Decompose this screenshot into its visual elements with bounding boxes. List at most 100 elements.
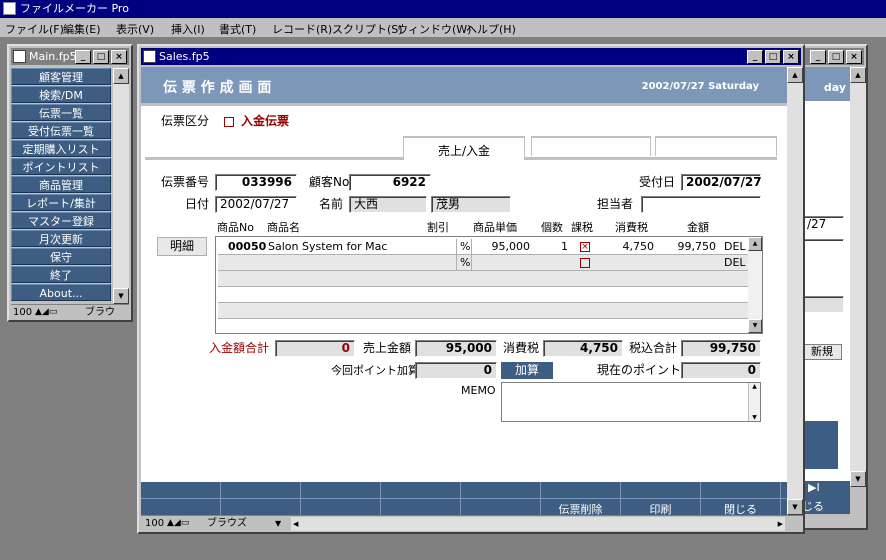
menu-edit[interactable]: 編集(E) <box>63 21 101 37</box>
nav-button[interactable]: About... <box>11 284 111 301</box>
memo-field[interactable]: ▲ ▼ <box>501 382 761 422</box>
footer-button[interactable] <box>141 482 221 515</box>
nav-button[interactable]: 月次更新 <box>11 230 111 247</box>
nav-button[interactable]: 顧客管理 <box>11 68 111 85</box>
minimize-button[interactable]: _ <box>747 50 763 64</box>
customer-no-field[interactable]: 6922 <box>349 174 431 191</box>
deposit-total-field[interactable]: 0 <box>275 340 355 357</box>
page-title: 伝 票 作 成 画 面 <box>163 80 272 96</box>
background-field[interactable] <box>802 239 844 256</box>
close-button[interactable]: × <box>846 50 862 64</box>
tab-sales-receipt[interactable]: 売上/入金 <box>403 136 525 160</box>
nav-button[interactable]: 受付伝票一覧 <box>11 122 111 139</box>
main-scrollbar[interactable]: ▲ ▼ <box>113 68 129 304</box>
scroll-right-icon[interactable]: ▶ <box>778 517 783 532</box>
close-button[interactable]: × <box>111 50 127 64</box>
scroll-up-icon[interactable]: ▲ <box>850 67 866 83</box>
new-button[interactable]: 新規 <box>802 344 842 360</box>
maximize-button[interactable]: □ <box>828 50 844 64</box>
chevron-down-icon[interactable]: ▼ <box>275 516 281 531</box>
discount-field[interactable] <box>456 239 472 254</box>
receipt-date-field[interactable]: 2002/07/27 <box>681 174 762 191</box>
scroll-down-icon[interactable]: ▼ <box>850 471 866 487</box>
menu-help[interactable]: ヘルプ(H) <box>466 21 516 37</box>
zoom-level[interactable]: 100 <box>145 516 164 531</box>
footer-button[interactable] <box>461 482 541 515</box>
close-button[interactable]: × <box>783 50 799 64</box>
mode-select[interactable]: ブラウ <box>85 305 115 320</box>
menu-format[interactable]: 書式(T) <box>219 21 256 37</box>
mode-select[interactable]: ブラウズ <box>207 516 247 531</box>
nav-button[interactable]: マスター登録 <box>11 212 111 229</box>
taxed-checkbox[interactable] <box>580 258 590 268</box>
footer-button[interactable]: 閉じる <box>701 482 781 515</box>
current-points-field[interactable]: 0 <box>681 362 761 379</box>
footer-button[interactable]: 伝票削除 <box>541 482 621 515</box>
menu-records[interactable]: レコード(R) <box>272 21 332 37</box>
date-field[interactable]: 2002/07/27 <box>215 196 297 213</box>
background-scrollbar[interactable]: ▲ ▼ <box>850 67 866 487</box>
next-record-icon[interactable]: ▶I <box>808 481 820 494</box>
portal-scrollbar[interactable]: ▲ ▼ <box>748 237 762 333</box>
points-added-field[interactable]: 0 <box>415 362 497 379</box>
footer-button[interactable]: 印刷 <box>621 482 701 515</box>
zoom-level[interactable]: 100 <box>13 305 32 320</box>
menu-view[interactable]: 表示(V) <box>116 21 154 37</box>
scroll-up-icon[interactable]: ▲ <box>749 383 760 390</box>
zoom-icons[interactable]: ▲◢▭ <box>167 516 189 531</box>
total-with-tax-field[interactable]: 99,750 <box>681 340 761 357</box>
scroll-up-icon[interactable]: ▲ <box>113 68 129 84</box>
scroll-down-icon[interactable]: ▼ <box>113 288 129 304</box>
background-field[interactable] <box>802 296 844 313</box>
nav-button[interactable]: 保守 <box>11 248 111 265</box>
scroll-left-icon[interactable]: ◀ <box>293 517 298 532</box>
menu-file[interactable]: ファイル(F) <box>5 21 64 37</box>
minimize-button[interactable]: _ <box>810 50 826 64</box>
nav-button[interactable]: 伝票一覧 <box>11 104 111 121</box>
nav-button[interactable]: レポート/集計 <box>11 194 111 211</box>
main-window-title: Main.fp5 <box>29 50 77 63</box>
scroll-up-icon[interactable]: ▲ <box>787 67 803 83</box>
nav-button[interactable]: 商品管理 <box>11 176 111 193</box>
tab-3[interactable] <box>655 136 777 156</box>
add-points-button[interactable]: 加算 <box>501 362 553 379</box>
tab-2[interactable] <box>531 136 651 156</box>
footer-button[interactable] <box>221 482 301 515</box>
maximize-button[interactable]: □ <box>765 50 781 64</box>
scroll-down-icon[interactable]: ▼ <box>748 319 762 333</box>
horizontal-scrollbar[interactable]: ◀ ▶ <box>291 517 785 531</box>
slip-no-field[interactable]: 033996 <box>215 174 297 191</box>
scroll-down-icon[interactable]: ▼ <box>787 499 803 515</box>
detail-button[interactable]: 明細 <box>157 237 207 256</box>
background-date-field[interactable]: /27 <box>802 216 844 233</box>
line-item-row[interactable]: % DEL <box>218 255 748 271</box>
menu-scripts[interactable]: スクリプト(S) <box>332 21 403 37</box>
first-name-field[interactable]: 茂男 <box>431 196 511 213</box>
nav-button[interactable]: 終了 <box>11 266 111 283</box>
footer-button[interactable] <box>301 482 381 515</box>
maximize-button[interactable]: □ <box>93 50 109 64</box>
taxed-checkbox[interactable]: × <box>580 242 590 252</box>
line-item-row[interactable]: 00050 Salon System for Mac% 95,000 1 4,750 99… <box>218 239 748 255</box>
nav-button[interactable]: 検索/DM <box>11 86 111 103</box>
delete-button[interactable]: DEL <box>724 256 746 269</box>
minimize-button[interactable]: _ <box>75 50 91 64</box>
menu-insert[interactable]: 挿入(I) <box>171 21 205 37</box>
last-name-field[interactable]: 大西 <box>349 196 427 213</box>
footer-button[interactable] <box>381 482 461 515</box>
sales-amount-field[interactable]: 95,000 <box>415 340 497 357</box>
nav-button[interactable]: ポイントリスト <box>11 158 111 175</box>
scroll-up-icon[interactable]: ▲ <box>748 237 762 251</box>
scroll-down-icon[interactable]: ▼ <box>749 414 760 421</box>
discount-field[interactable] <box>456 255 472 270</box>
memo-scrollbar[interactable]: ▲ ▼ <box>748 383 760 421</box>
tax-total-field[interactable]: 4,750 <box>543 340 623 357</box>
slip-type-checkbox[interactable] <box>224 117 234 127</box>
staff-field[interactable] <box>641 196 761 213</box>
close-button[interactable]: じる <box>802 498 824 514</box>
zoom-icons[interactable]: ▲◢▭ <box>35 305 57 320</box>
delete-button[interactable]: DEL <box>724 240 746 253</box>
menu-window[interactable]: ウィンドウ(W) <box>397 21 471 37</box>
sales-scrollbar[interactable]: ▲ ▼ <box>787 67 803 515</box>
nav-button[interactable]: 定期購入リスト <box>11 140 111 157</box>
